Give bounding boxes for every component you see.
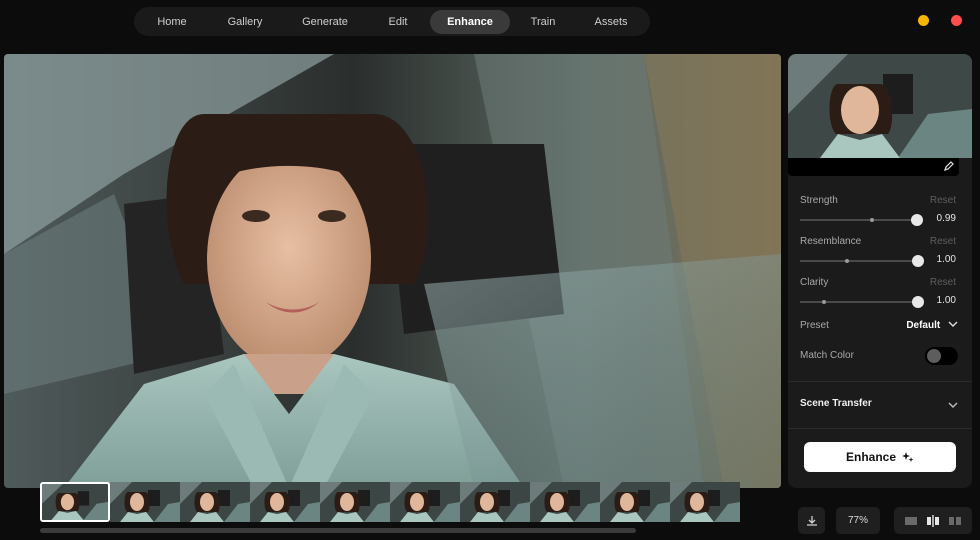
top-nav: Home Gallery Generate Edit Enhance Train…: [134, 7, 650, 36]
resemblance-label: Resemblance: [800, 236, 862, 247]
slider-default-marker: [821, 300, 826, 304]
strength-slider-handle[interactable]: [910, 214, 923, 226]
close-button[interactable]: [951, 15, 962, 26]
chevron-down-icon: [948, 321, 958, 327]
pencil-icon[interactable]: [943, 160, 955, 172]
enhance-button[interactable]: Enhance: [804, 442, 956, 472]
filmstrip-thumbnail[interactable]: [460, 482, 530, 522]
main-image-viewer[interactable]: [4, 54, 781, 488]
nav-enhance[interactable]: Enhance: [430, 9, 510, 34]
settings-panel: Strength Reset 0.99 Resemblance Reset 1.…: [788, 54, 972, 488]
filmstrip: [40, 482, 746, 526]
clarity-value: 1.00: [936, 295, 956, 306]
nav-train[interactable]: Train: [510, 10, 576, 34]
strength-slider[interactable]: [800, 214, 923, 226]
scene-transfer-label[interactable]: Scene Transfer: [800, 398, 872, 409]
resemblance-value: 1.00: [936, 254, 956, 265]
nav-home[interactable]: Home: [138, 10, 206, 34]
single-view-icon: [905, 516, 917, 525]
preset-label: Preset: [800, 320, 829, 331]
resemblance-slider-handle[interactable]: [912, 255, 924, 267]
nav-generate[interactable]: Generate: [284, 10, 366, 34]
reference-image[interactable]: [788, 54, 972, 158]
filmstrip-thumbnail[interactable]: [110, 482, 180, 522]
split-view-button[interactable]: [925, 514, 941, 527]
resemblance-row: Resemblance Reset: [800, 236, 956, 250]
zoom-level[interactable]: 77%: [836, 507, 880, 534]
side-by-side-view-button[interactable]: [947, 515, 963, 527]
filmstrip-thumbnail[interactable]: [390, 482, 460, 522]
clarity-label: Clarity: [800, 277, 829, 288]
filmstrip-thumbnail[interactable]: [600, 482, 670, 522]
clarity-row: Clarity Reset: [800, 277, 956, 291]
strength-value: 0.99: [936, 213, 956, 224]
nav-gallery[interactable]: Gallery: [206, 10, 284, 34]
preset-value: Default: [906, 320, 941, 331]
filmstrip-thumbnail[interactable]: [530, 482, 600, 522]
chevron-down-icon[interactable]: [948, 401, 958, 409]
strength-label: Strength: [800, 195, 838, 206]
match-color-toggle[interactable]: [925, 347, 958, 365]
divider: [788, 428, 972, 429]
filmstrip-thumbnail[interactable]: [40, 482, 110, 522]
nav-edit[interactable]: Edit: [366, 10, 430, 34]
filmstrip-thumbnail[interactable]: [320, 482, 390, 522]
slider-default-marker: [845, 259, 850, 263]
filmstrip-thumbnail[interactable]: [670, 482, 740, 522]
side-by-side-icon: [949, 516, 961, 525]
single-view-button[interactable]: [903, 515, 919, 527]
clarity-slider[interactable]: [800, 296, 924, 308]
split-view-icon: [927, 514, 939, 527]
app-window: Home Gallery Generate Edit Enhance Train…: [0, 0, 980, 540]
sparkle-icon: [902, 452, 914, 462]
strength-row: Strength Reset: [800, 195, 956, 209]
match-color-label: Match Color: [800, 350, 854, 361]
clarity-slider-handle[interactable]: [912, 296, 924, 308]
filmstrip-thumbnail[interactable]: [180, 482, 250, 522]
download-icon: [806, 515, 817, 526]
nav-assets[interactable]: Assets: [576, 10, 646, 34]
preset-dropdown[interactable]: Default: [906, 320, 958, 331]
portrait-image: [4, 54, 781, 488]
toggle-knob: [927, 349, 941, 363]
view-mode-group: [894, 507, 972, 534]
divider: [788, 381, 972, 382]
filmstrip-thumbnail[interactable]: [250, 482, 320, 522]
resemblance-reset[interactable]: Reset: [930, 236, 956, 247]
prompt-field[interactable]: [788, 158, 959, 176]
slider-default-marker: [869, 218, 874, 222]
filmstrip-scrollbar[interactable]: [40, 528, 636, 533]
clarity-reset[interactable]: Reset: [930, 277, 956, 288]
minimize-button[interactable]: [918, 15, 929, 26]
resemblance-slider[interactable]: [800, 255, 924, 267]
enhance-button-label: Enhance: [845, 450, 896, 464]
download-button[interactable]: [798, 507, 825, 534]
strength-reset[interactable]: Reset: [930, 195, 956, 206]
